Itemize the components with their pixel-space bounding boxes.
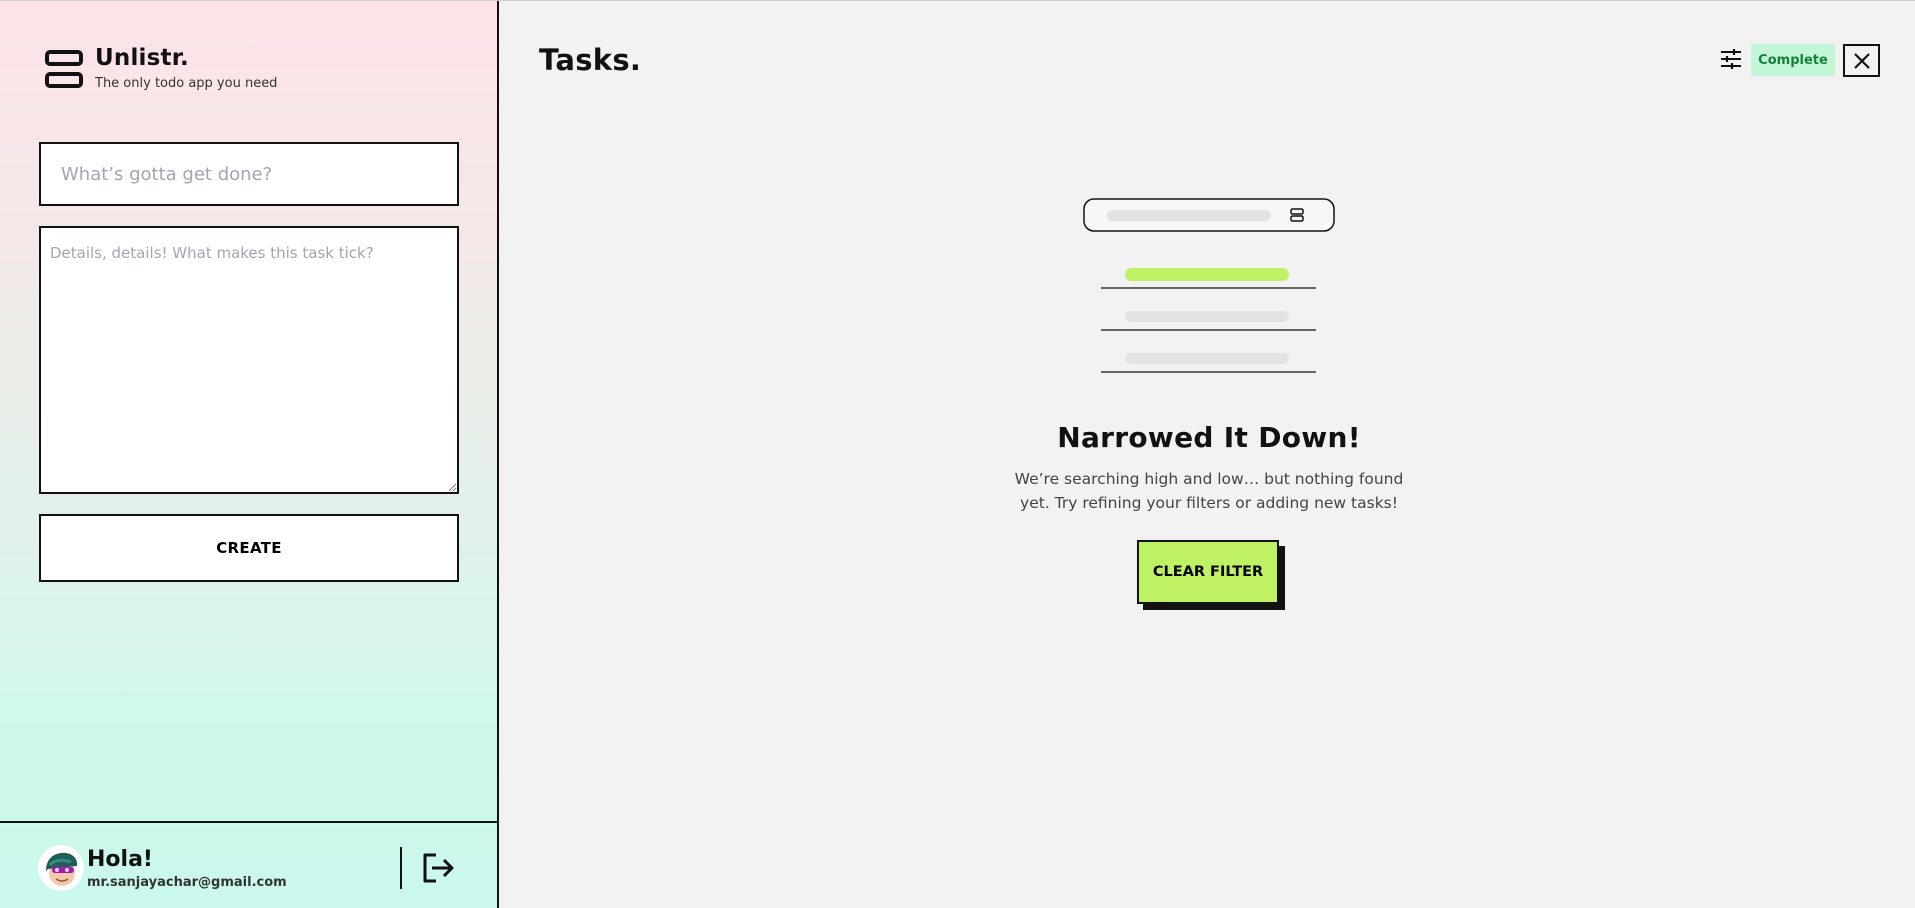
user-bar: Hola! mr.sanjayachar@gmail.com [0,821,497,908]
empty-list-illustration-icon [1083,198,1335,373]
close-icon [1853,52,1870,69]
task-title-input[interactable] [39,142,459,206]
app-tagline: The only todo app you need [95,76,278,91]
avatar [38,845,84,891]
close-button[interactable] [1843,44,1880,77]
create-button[interactable]: CREATE [39,514,459,582]
logout-button[interactable] [420,850,456,886]
app-name: Unlistr. [95,45,189,71]
task-description-input[interactable] [39,226,459,494]
clear-filter-wrapper: CLEAR FILTER [1137,540,1285,610]
clear-filter-button[interactable]: CLEAR FILTER [1137,540,1279,604]
main-panel: Tasks. Complete Narrowed It Down! We’re … [499,1,1915,908]
brand-text: Unlistr. The only todo app you need [95,45,277,91]
brand: Unlistr. The only todo app you need [45,45,277,91]
page-title: Tasks. [539,43,642,77]
empty-state-description: We’re searching high and low… but nothin… [1014,470,1404,512]
avatar-illustration-icon [38,845,84,891]
empty-state-title: Narrowed It Down! [1057,421,1361,454]
sliders-icon [1721,49,1741,69]
sidebar: Unlistr. The only todo app you need CREA… [0,1,499,908]
stacked-rectangles-icon [45,50,83,88]
user-greeting: Hola! [87,847,153,872]
empty-state-illustration [1083,198,1335,373]
logout-icon [423,853,454,883]
status-filter-chip[interactable]: Complete [1751,44,1835,76]
filter-button[interactable] [1720,49,1742,69]
divider [400,847,402,889]
user-email: mr.sanjayachar@gmail.com [87,875,287,890]
